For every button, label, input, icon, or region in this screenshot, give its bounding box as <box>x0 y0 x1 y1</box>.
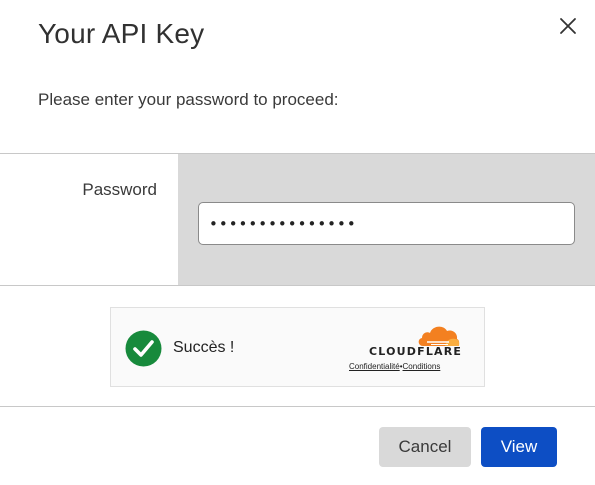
cancel-button[interactable]: Cancel <box>379 427 471 467</box>
dialog-title: Your API Key <box>38 18 205 49</box>
terms-link[interactable]: Conditions <box>403 362 441 371</box>
close-button[interactable] <box>556 14 580 38</box>
close-icon <box>560 18 576 34</box>
password-label: Password <box>82 180 157 199</box>
checkmark-circle-icon <box>125 330 162 367</box>
password-input-cell <box>178 154 595 285</box>
view-button[interactable]: View <box>481 427 557 467</box>
captcha-status-text: Succès ! <box>173 339 235 356</box>
privacy-link[interactable]: Confidentialité <box>349 362 400 371</box>
cloudflare-wordmark: CLOUDFLARE <box>369 345 463 358</box>
api-key-dialog: Your API Key Please enter your password … <box>0 0 595 485</box>
dialog-prompt: Please enter your password to proceed: <box>38 90 339 109</box>
footer-divider <box>0 406 595 407</box>
captcha-links: Confidentialité•Conditions <box>349 362 440 371</box>
password-label-cell: Password <box>0 154 178 285</box>
password-form-row: Password <box>0 153 595 286</box>
cloudflare-turnstile-widget: Succès ! CLOUDFLARE Confidentialité•Cond… <box>110 307 485 387</box>
password-field[interactable] <box>198 202 575 245</box>
